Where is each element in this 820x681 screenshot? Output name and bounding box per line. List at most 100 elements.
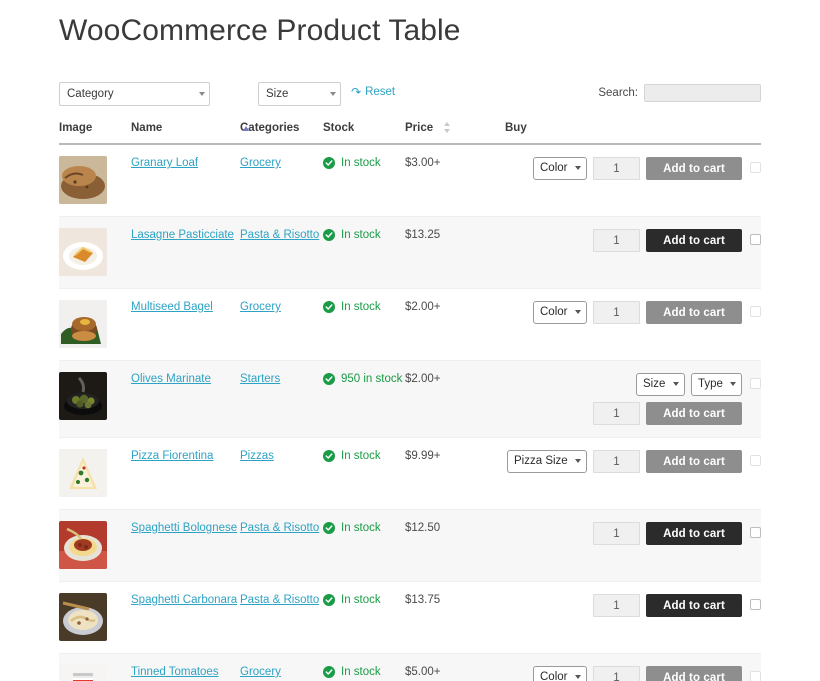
column-header-name[interactable]: Name: [131, 114, 240, 144]
add-to-cart-button[interactable]: Add to cart: [646, 402, 742, 425]
variation-select[interactable]: Color: [533, 666, 587, 681]
row-select-checkbox[interactable]: [750, 234, 761, 245]
row-select-checkbox[interactable]: [750, 378, 761, 389]
variation-select[interactable]: Pizza Size: [507, 450, 587, 473]
product-name-link[interactable]: Lasagne Pasticciate: [131, 229, 234, 241]
column-label-stock: Stock: [323, 122, 354, 134]
table-row: Spaghetti BolognesePasta & Risotto In st…: [59, 510, 761, 582]
row-select-checkbox[interactable]: [750, 162, 761, 173]
column-header-categories[interactable]: Categories: [240, 114, 323, 144]
sort-ascending-icon: [243, 126, 249, 131]
column-header-price[interactable]: Price: [405, 114, 505, 144]
product-stock-cell: In stock: [323, 654, 405, 681]
variation-select[interactable]: Size: [636, 373, 685, 396]
variation-select[interactable]: Type: [691, 373, 742, 396]
quantity-input[interactable]: [593, 157, 640, 180]
column-header-buy[interactable]: Buy: [505, 114, 761, 144]
category-filter[interactable]: Category: [59, 82, 210, 106]
product-name-link[interactable]: Olives Marinate: [131, 373, 211, 385]
product-table-container: Category Size ↶ Reset Search:: [59, 78, 761, 681]
reset-filters-link[interactable]: ↶ Reset: [351, 85, 395, 99]
product-stock-cell: In stock: [323, 289, 405, 361]
product-image-cell: [59, 510, 131, 582]
product-name-link[interactable]: Multiseed Bagel: [131, 301, 213, 313]
table-row: Olives MarinateStarters 950 in stock$2.0…: [59, 361, 761, 438]
product-buy-cell: Color Add to cart: [505, 289, 761, 361]
product-name-cell: Multiseed Bagel: [131, 289, 240, 361]
product-category-link[interactable]: Pasta & Risotto: [240, 594, 319, 606]
table-row: Granary Loaf Grocery In stock$3.00+ Color…: [59, 144, 761, 217]
in-stock-icon: [323, 229, 335, 241]
buy-controls: Color Add to cart: [533, 157, 742, 180]
quantity-input[interactable]: [593, 402, 640, 425]
size-filter[interactable]: Size: [258, 82, 341, 106]
product-name-link[interactable]: Spaghetti Carbonara: [131, 594, 237, 606]
variation-select[interactable]: Color: [533, 157, 587, 180]
product-category-link[interactable]: Grocery: [240, 666, 281, 678]
row-select-checkbox[interactable]: [750, 599, 761, 610]
row-select-checkbox[interactable]: [750, 671, 761, 681]
product-category-link[interactable]: Starters: [240, 373, 280, 385]
row-select-checkbox[interactable]: [750, 527, 761, 538]
quantity-cart-row: Add to cart: [593, 594, 742, 617]
quantity-input[interactable]: [593, 450, 640, 473]
product-category-link[interactable]: Pizzas: [240, 450, 274, 462]
product-name-link[interactable]: Granary Loaf: [131, 157, 198, 169]
quantity-input[interactable]: [593, 522, 640, 545]
add-to-cart-button[interactable]: Add to cart: [646, 301, 742, 324]
variation-select-wrap: Pizza Size: [507, 450, 587, 473]
add-to-cart-button[interactable]: Add to cart: [646, 522, 742, 545]
add-to-cart-button[interactable]: Add to cart: [646, 229, 742, 252]
product-table: Image Name Categories Stock Price Buy Gr…: [59, 114, 761, 681]
add-to-cart-button[interactable]: Add to cart: [646, 157, 742, 180]
product-category-link[interactable]: Grocery: [240, 157, 281, 169]
product-buy-cell: Add to cart: [505, 217, 761, 289]
spaghetti-bolognese-thumb: [59, 521, 107, 569]
stock-status-label: In stock: [341, 594, 381, 606]
column-header-stock[interactable]: Stock: [323, 114, 405, 144]
table-row: Lasagne Pasticciate Pasta & Risotto In st…: [59, 217, 761, 289]
product-name-link[interactable]: Pizza Fiorentina: [131, 450, 213, 462]
search-area: Search:: [598, 84, 761, 102]
product-price-cell: $9.99+: [405, 438, 505, 510]
quantity-cart-row: Add to cart: [593, 402, 742, 425]
product-price-cell: $3.00+: [405, 144, 505, 217]
column-label-name: Name: [131, 122, 162, 134]
product-category-link[interactable]: Pasta & Risotto: [240, 229, 319, 241]
variation-select[interactable]: Color: [533, 301, 587, 324]
product-category-cell: Grocery: [240, 144, 323, 217]
quantity-input[interactable]: [593, 229, 640, 252]
product-price-label: $2.00+: [405, 301, 441, 313]
add-to-cart-button[interactable]: Add to cart: [646, 594, 742, 617]
row-select-checkbox[interactable]: [750, 306, 761, 317]
product-name-cell: Granary Loaf: [131, 144, 240, 217]
product-price-label: $5.00+: [405, 666, 441, 678]
quantity-input[interactable]: [593, 594, 640, 617]
add-to-cart-button[interactable]: Add to cart: [646, 666, 742, 681]
stock-status-label: In stock: [341, 450, 381, 462]
product-price-label: $13.25: [405, 229, 440, 241]
product-buy-cell: Color Add to cart: [505, 144, 761, 217]
product-category-link[interactable]: Grocery: [240, 301, 281, 313]
row-select-checkbox[interactable]: [750, 455, 761, 466]
product-category-cell: Pasta & Risotto: [240, 510, 323, 582]
add-to-cart-button[interactable]: Add to cart: [646, 450, 742, 473]
product-name-link[interactable]: Tinned Tomatoes: [131, 666, 219, 678]
product-name-link[interactable]: Spaghetti Bolognese: [131, 522, 237, 534]
search-input[interactable]: [644, 84, 761, 102]
product-category-link[interactable]: Pasta & Risotto: [240, 522, 319, 534]
product-stock-cell: In stock: [323, 510, 405, 582]
column-header-image[interactable]: Image: [59, 114, 131, 144]
quantity-input[interactable]: [593, 666, 640, 681]
product-image-cell: BIO: [59, 654, 131, 681]
product-table-page: WooCommerce Product Table Category Size …: [0, 0, 820, 681]
table-row: Pizza Fiorentina Pizzas In stock $9.99+ Pi…: [59, 438, 761, 510]
product-image-cell: [59, 438, 131, 510]
table-row: Spaghetti CarbonaraPasta & Risotto In st…: [59, 582, 761, 654]
product-price-cell: $12.50: [405, 510, 505, 582]
quantity-input[interactable]: [593, 301, 640, 324]
product-stock-cell: In stock: [323, 217, 405, 289]
stock-status-label: In stock: [341, 666, 381, 678]
product-stock-cell: In stock: [323, 582, 405, 654]
product-stock-cell: In stock: [323, 144, 405, 217]
